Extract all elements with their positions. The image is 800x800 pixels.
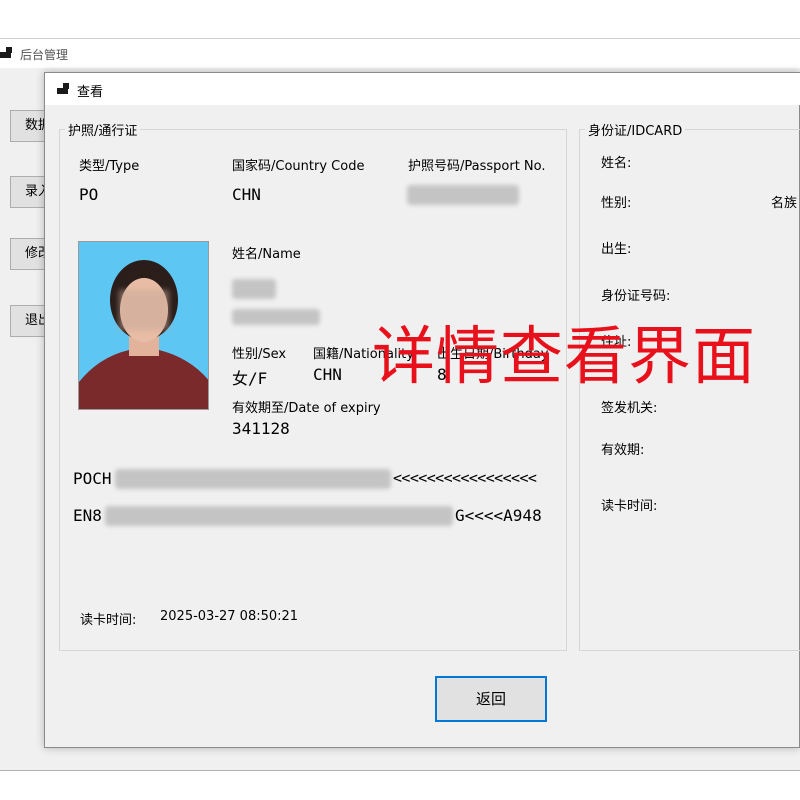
name-chinese-redacted [232, 279, 276, 299]
country-code-value: CHN [232, 185, 261, 204]
expiry-value: 341128 [232, 419, 290, 438]
idcard-ethnicity-label: 名族 [771, 196, 798, 211]
mrz-line1-end: <<<<<<<<<<<<<<<<< [393, 469, 537, 487]
idcard-issuer-label: 签发机关: [601, 401, 658, 416]
main-window-title: 后台管理 [20, 48, 69, 62]
sex-value: 女/F [232, 369, 268, 388]
dialog-titlebar: 查看 [45, 73, 800, 105]
idcard-sex-label: 性别: [601, 196, 632, 211]
dialog-icon [57, 83, 69, 95]
overlay-caption: 详情查看界面 [372, 320, 756, 393]
name-label: 姓名/Name [232, 247, 301, 262]
mrz-line1-redacted [115, 469, 391, 489]
type-value: PO [79, 185, 99, 204]
mrz-line2-start: EN8 [73, 506, 102, 525]
detail-dialog: 查看 护照/通行证 类型/Type PO 国家码/Country Code CH… [44, 72, 800, 748]
passport-group-legend: 护照/通行证 [65, 120, 141, 139]
mrz-line2-redacted [105, 506, 453, 526]
expiry-label: 有效期至/Date of expiry [232, 401, 381, 416]
passport-no-redacted [407, 185, 519, 205]
country-code-label: 国家码/Country Code [232, 159, 365, 174]
passport-read-time-label: 读卡时间: [80, 613, 137, 628]
holder-photo [78, 241, 209, 410]
app-icon [0, 47, 12, 59]
dialog-title: 查看 [77, 85, 104, 100]
type-label: 类型/Type [79, 159, 140, 174]
idcard-read-time-label: 读卡时间: [601, 499, 658, 514]
main-window-titlebar: 后台管理 [0, 38, 800, 69]
idcard-id-no-label: 身份证号码: [601, 289, 671, 304]
idcard-validity-label: 有效期: [601, 443, 645, 458]
sex-label: 性别/Sex [232, 347, 287, 362]
main-window-bottom-border [0, 770, 800, 771]
idcard-name-label: 姓名: [601, 156, 632, 171]
idcard-group-legend: 身份证/IDCARD [585, 120, 686, 139]
passport-read-time-value: 2025-03-27 08:50:21 [160, 609, 299, 624]
return-button[interactable]: 返回 [435, 676, 547, 722]
passport-no-label: 护照号码/Passport No. [408, 159, 546, 174]
idcard-birth-label: 出生: [601, 242, 632, 257]
nationality-value: CHN [313, 365, 342, 384]
name-pinyin-redacted [232, 309, 320, 325]
mrz-line1-start: POCH [73, 469, 112, 488]
mrz-line2-end: G<<<<A948 [455, 506, 542, 525]
